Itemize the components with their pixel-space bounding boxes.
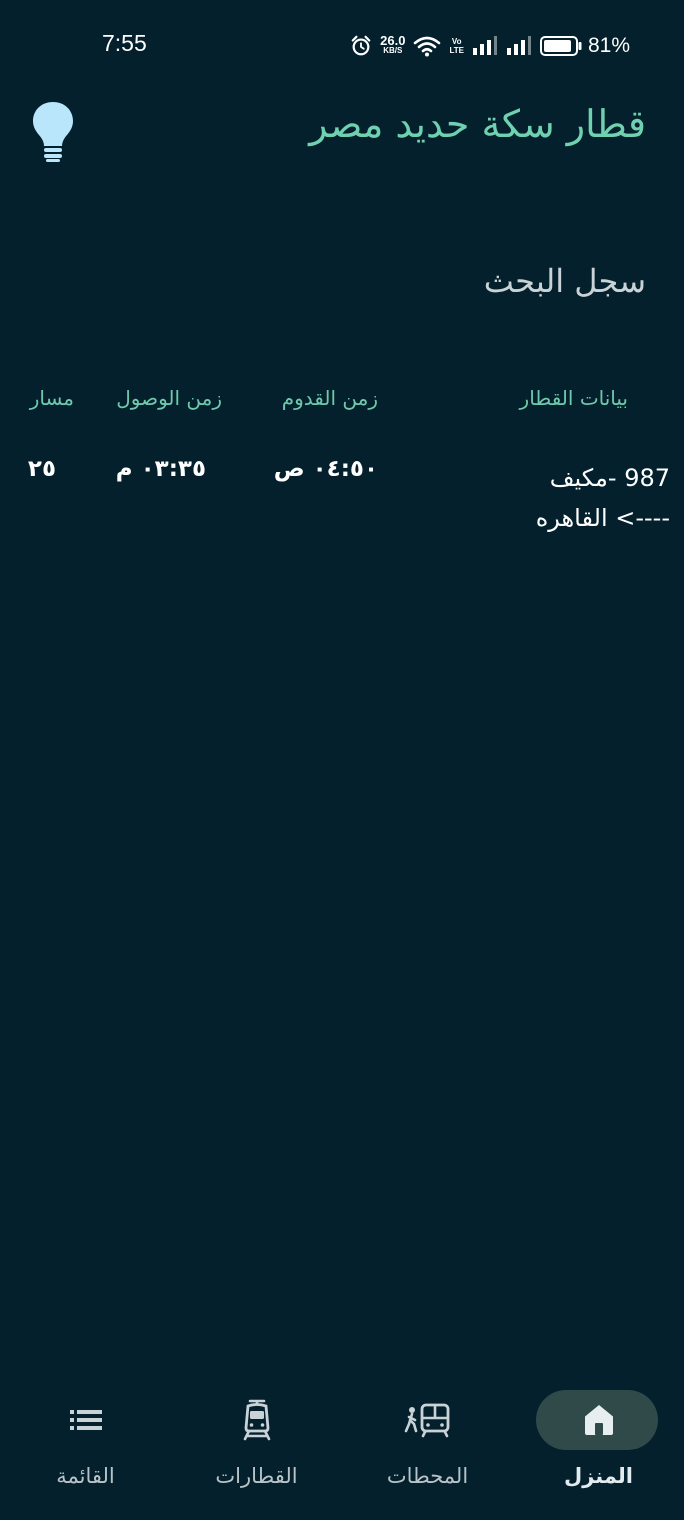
status-icons: 26.0 KB/S Vo LTE 81% (350, 30, 630, 62)
app-screen: 7:55 26.0 KB/S Vo LTE 81% قطار سكة حديد … (0, 0, 684, 1520)
app-header: قطار سكة حديد مصر (0, 96, 684, 166)
list-icon (69, 1410, 102, 1430)
status-bar: 7:55 26.0 KB/S Vo LTE 81% (0, 0, 684, 92)
history-table-header: بيانات القطار زمن القدوم زمن الوصول مسار (0, 386, 684, 418)
track-number: ٢٥ (27, 456, 56, 482)
nav-home[interactable]: المنزل (513, 1376, 684, 1520)
battery: 81% (539, 34, 630, 58)
search-history-title: سجل البحث (483, 262, 646, 300)
bottom-navigation: المنزل المحطات القطارات القائمة (0, 1376, 684, 1520)
column-arrival-time: زمن الوصول (116, 386, 222, 410)
nav-menu-label: القائمة (56, 1464, 115, 1488)
nav-menu[interactable]: القائمة (0, 1376, 171, 1520)
app-title: قطار سكة حديد مصر (309, 102, 646, 146)
departure-time: ٠٤:٥٠ ص (273, 456, 378, 482)
signal-icon (472, 36, 497, 55)
column-track: مسار (29, 386, 74, 410)
status-time: 7:55 (102, 30, 147, 56)
train-info-cell: 987 -مكيف ----> القاهره (470, 458, 670, 538)
train-icon (243, 1399, 270, 1441)
alarm-icon (351, 35, 371, 56)
volte-top: Vo (451, 37, 462, 46)
battery-icon (539, 36, 582, 56)
column-train-data: بيانات القطار (519, 386, 628, 410)
nav-stations-label: المحطات (386, 1464, 469, 1488)
table-row[interactable]: 987 -مكيف ----> القاهره ٠٤:٥٠ ص ٠٣:٣٥ م … (0, 454, 684, 534)
volte-bottom: LTE (449, 46, 464, 55)
arrival-time: ٠٣:٣٥ م (115, 456, 206, 482)
station-icon (404, 1403, 449, 1438)
nav-trains-label: القطارات (215, 1464, 298, 1488)
nav-trains[interactable]: القطارات (171, 1376, 342, 1520)
volte-icon: Vo LTE (449, 37, 464, 55)
net-speed-unit: KB/S (383, 46, 403, 55)
signal-icon (506, 36, 531, 55)
column-departure-time: زمن القدوم (281, 386, 378, 410)
net-speed-value: 26.0 (380, 33, 406, 48)
train-route: ----> القاهره (535, 504, 670, 532)
net-speed: 26.0 KB/S (380, 33, 406, 56)
wifi-icon (414, 36, 441, 57)
nav-home-label: المنزل (563, 1464, 634, 1488)
train-name: 987 -مكيف (549, 464, 670, 492)
lightbulb-icon[interactable] (30, 100, 76, 162)
home-icon (584, 1405, 613, 1435)
nav-stations[interactable]: المحطات (342, 1376, 513, 1520)
battery-percent: 81% (587, 34, 630, 57)
